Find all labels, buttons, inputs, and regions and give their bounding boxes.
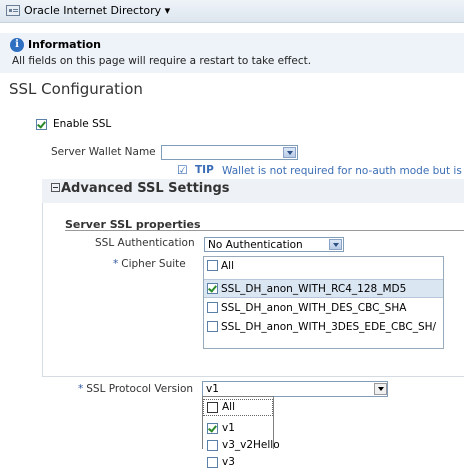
info-text: All fields on this page will require a r… xyxy=(12,55,312,67)
ssl-protocol-version-value: v1 xyxy=(206,383,219,395)
ssl-protocol-version-label: * SSL Protocol Version xyxy=(78,383,193,395)
ssl-authentication-value: No Authentication xyxy=(208,239,303,251)
protocol-option-label: v3_v2Hello xyxy=(222,439,280,451)
cipher-option-3des-ede-cbc[interactable]: SSL_DH_anon_WITH_3DES_EDE_CBC_SH/ xyxy=(204,318,443,337)
app-title-menu[interactable]: Oracle Internet Directory ▾ xyxy=(24,4,170,17)
cipher-suite-label-text: Cipher Suite xyxy=(121,258,186,270)
server-wallet-name-label: Server Wallet Name xyxy=(51,146,156,158)
cipher-option-label: SSL_DH_anon_WITH_3DES_EDE_CBC_SH/ xyxy=(221,321,437,333)
ssl-protocol-version-dropdown[interactable]: All v1 v3_v2Hello v3 xyxy=(202,396,280,468)
cipher-option-checkbox[interactable] xyxy=(207,260,218,271)
section-divider xyxy=(65,230,464,231)
ssl-protocol-version-label-text: SSL Protocol Version xyxy=(86,383,194,395)
cipher-option-checkbox[interactable] xyxy=(207,283,218,294)
chevron-down-icon[interactable] xyxy=(329,239,342,250)
chevron-down-icon[interactable] xyxy=(283,147,296,158)
cipher-option-label: All xyxy=(221,260,235,272)
enable-ssl-checkbox[interactable] xyxy=(36,119,47,130)
cipher-option-checkbox[interactable] xyxy=(207,321,218,332)
cipher-suite-list[interactable]: All SSL_DH_anon_WITH_RC4_128_MD5 SSL_DH_… xyxy=(203,256,444,349)
protocol-option-label: v3 xyxy=(222,456,235,468)
advanced-ssl-title[interactable]: Advanced SSL Settings xyxy=(61,181,230,196)
collapse-icon[interactable] xyxy=(51,183,60,192)
protocol-option-v1[interactable]: v1 xyxy=(203,420,273,437)
required-marker: * xyxy=(78,383,84,395)
directory-app-icon xyxy=(6,5,20,16)
protocol-option-checkbox[interactable] xyxy=(207,440,218,451)
protocol-option-checkbox[interactable] xyxy=(207,457,218,468)
protocol-option-v3[interactable]: v3 xyxy=(203,454,273,471)
cipher-option-all[interactable]: All xyxy=(204,257,443,276)
cipher-option-des-cbc-sha[interactable]: SSL_DH_anon_WITH_DES_CBC_SHA xyxy=(204,299,443,318)
cipher-option-label: SSL_DH_anon_WITH_RC4_128_MD5 xyxy=(221,283,407,295)
cipher-suite-label: * Cipher Suite xyxy=(113,258,186,270)
protocol-option-label: v1 xyxy=(222,422,235,434)
tip-icon: ☑ xyxy=(177,163,188,177)
ssl-protocol-version-select[interactable]: v1 xyxy=(202,381,388,397)
tip-text: Wallet is not required for no-auth mode … xyxy=(222,165,464,177)
protocol-option-label: All xyxy=(222,401,236,413)
protocol-option-checkbox[interactable] xyxy=(207,402,218,413)
cipher-option-rc4-128-md5[interactable]: SSL_DH_anon_WITH_RC4_128_MD5 xyxy=(204,279,443,298)
page-title: SSL Configuration xyxy=(9,80,143,98)
ssl-authentication-select[interactable]: No Authentication xyxy=(204,237,344,252)
info-icon: i xyxy=(10,38,24,52)
protocol-option-checkbox[interactable] xyxy=(207,423,218,434)
protocol-option-v3-v2hello[interactable]: v3_v2Hello xyxy=(203,437,280,454)
enable-ssl-label: Enable SSL xyxy=(53,118,112,130)
chevron-down-icon[interactable] xyxy=(374,383,387,395)
ssl-authentication-label: SSL Authentication xyxy=(95,237,195,249)
protocol-option-all[interactable]: All xyxy=(203,399,273,416)
tip-label: TIP xyxy=(195,164,214,176)
cipher-option-checkbox[interactable] xyxy=(207,302,218,313)
cipher-option-label: SSL_DH_anon_WITH_DES_CBC_SHA xyxy=(221,302,407,314)
info-title: Information xyxy=(28,38,101,51)
server-wallet-name-select[interactable] xyxy=(161,145,298,160)
required-marker: * xyxy=(113,258,119,270)
